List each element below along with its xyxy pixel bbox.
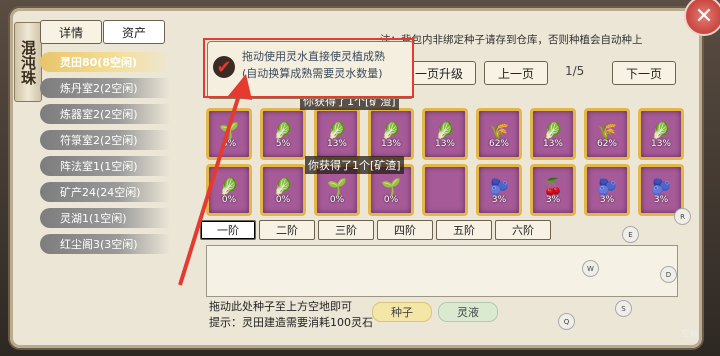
- close-icon[interactable]: ✕: [684, 0, 720, 36]
- corner-label: 空格: [682, 329, 698, 338]
- arrow-shaft: [178, 81, 245, 286]
- annotation-arrow: [178, 74, 252, 286]
- arrow-head: [228, 74, 252, 100]
